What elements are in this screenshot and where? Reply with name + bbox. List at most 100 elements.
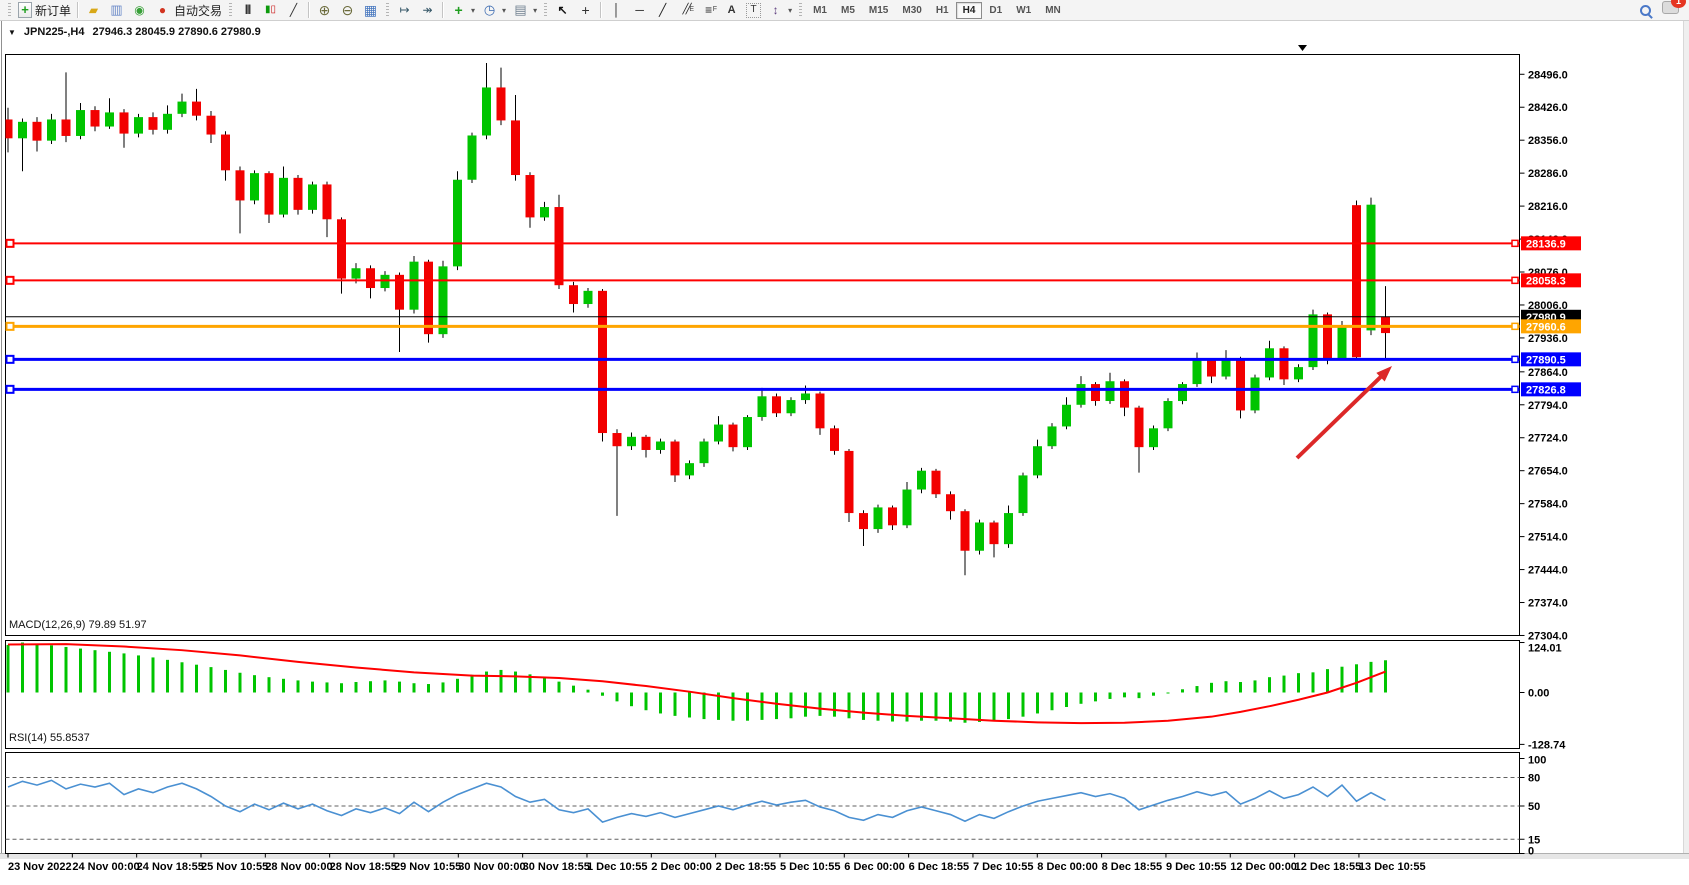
periods-button[interactable]: ▾ bbox=[478, 1, 509, 20]
toolbar-grip bbox=[229, 3, 232, 18]
svg-text:28356.0: 28356.0 bbox=[1528, 135, 1568, 147]
macd-indicator-label: MACD(12,26,9) 79.89 51.97 bbox=[9, 619, 147, 631]
text-button[interactable] bbox=[720, 1, 743, 20]
toolbar-separator bbox=[600, 2, 602, 18]
svg-text:28496.0: 28496.0 bbox=[1528, 69, 1568, 81]
timeframe-m5[interactable]: M5 bbox=[834, 2, 862, 19]
svg-text:27654.0: 27654.0 bbox=[1528, 466, 1568, 478]
fibonacci-icon bbox=[700, 2, 717, 18]
svg-text:100: 100 bbox=[1528, 755, 1546, 767]
zoom-in-button[interactable] bbox=[313, 1, 336, 20]
svg-text:8 Dec 00:00: 8 Dec 00:00 bbox=[1037, 861, 1098, 873]
timeframe-m30[interactable]: M30 bbox=[895, 2, 928, 19]
indicators-icon bbox=[450, 2, 467, 18]
timeframe-m15[interactable]: M15 bbox=[862, 2, 895, 19]
toolbar-button-label: 新订单 bbox=[35, 2, 71, 19]
zoom-out-icon bbox=[339, 2, 356, 18]
svg-text:0: 0 bbox=[1528, 846, 1534, 858]
timeframe-h4[interactable]: H4 bbox=[956, 2, 983, 19]
auto-trading-icon bbox=[154, 2, 171, 18]
trendline-button[interactable] bbox=[651, 1, 674, 20]
news-button[interactable] bbox=[128, 1, 151, 20]
svg-text:27304.0: 27304.0 bbox=[1528, 630, 1568, 642]
toolbar-grip bbox=[386, 3, 389, 18]
new-order-button[interactable]: 新订单 bbox=[15, 1, 74, 20]
svg-text:28058.3: 28058.3 bbox=[1526, 275, 1566, 287]
fibonacci-button[interactable] bbox=[697, 1, 720, 20]
toolbar-separator bbox=[308, 2, 310, 18]
ohlc-values: 27946.3 28045.9 27890.6 27980.9 bbox=[92, 26, 260, 38]
svg-text:24 Nov 00:00: 24 Nov 00:00 bbox=[72, 861, 139, 873]
timeframe-w1[interactable]: W1 bbox=[1009, 2, 1038, 19]
svg-text:27826.8: 27826.8 bbox=[1526, 384, 1566, 396]
svg-text:2 Dec 00:00: 2 Dec 00:00 bbox=[651, 861, 712, 873]
svg-text:2 Dec 18:55: 2 Dec 18:55 bbox=[716, 861, 777, 873]
symbol-dropdown-icon[interactable]: ▼ bbox=[8, 28, 16, 37]
chevron-down-icon: ▾ bbox=[471, 6, 475, 15]
candlestick-button[interactable] bbox=[259, 1, 282, 20]
svg-text:27960.6: 27960.6 bbox=[1526, 321, 1566, 333]
chart-canvas[interactable]: 28496.028426.028356.028286.028216.028146… bbox=[0, 21, 1689, 880]
bar-chart-button[interactable] bbox=[236, 1, 259, 20]
horizontal-line-icon bbox=[631, 2, 648, 18]
search-icon bbox=[1638, 3, 1653, 18]
vertical-line-button[interactable] bbox=[605, 1, 628, 20]
channel-button[interactable] bbox=[674, 1, 697, 20]
line-chart-button[interactable] bbox=[282, 1, 305, 20]
zoom-in-icon bbox=[316, 2, 333, 18]
text-icon bbox=[723, 2, 740, 18]
svg-text:27374.0: 27374.0 bbox=[1528, 598, 1568, 610]
auto-trading-button[interactable]: 自动交易 bbox=[151, 1, 225, 20]
auto-scroll-icon bbox=[419, 2, 436, 18]
svg-text:28286.0: 28286.0 bbox=[1528, 168, 1568, 180]
svg-text:6 Dec 18:55: 6 Dec 18:55 bbox=[909, 861, 970, 873]
templates-button[interactable]: ▾ bbox=[509, 1, 540, 20]
timeframe-h1[interactable]: H1 bbox=[929, 2, 956, 19]
periods-icon bbox=[481, 2, 498, 18]
bar-chart-icon bbox=[239, 2, 256, 18]
chart-window: 28496.028426.028356.028286.028216.028146… bbox=[0, 21, 1689, 859]
toolbar-grip bbox=[799, 3, 802, 18]
label-button[interactable] bbox=[743, 1, 764, 20]
svg-text:23 Nov 2022: 23 Nov 2022 bbox=[8, 861, 72, 873]
svg-text:12 Dec 00:00: 12 Dec 00:00 bbox=[1230, 861, 1297, 873]
svg-text:80: 80 bbox=[1528, 773, 1540, 785]
candlestick-icon bbox=[262, 2, 279, 18]
svg-text:28216.0: 28216.0 bbox=[1528, 201, 1568, 213]
tile-windows-icon bbox=[362, 2, 379, 18]
cursor-icon bbox=[554, 2, 571, 18]
timeframe-d1[interactable]: D1 bbox=[982, 2, 1009, 19]
market-watch-icon bbox=[108, 2, 125, 18]
auto-scroll-button[interactable] bbox=[416, 1, 439, 20]
new-order-icon bbox=[18, 2, 32, 18]
indicators-button[interactable]: ▾ bbox=[447, 1, 478, 20]
cursor-button[interactable] bbox=[551, 1, 574, 20]
templates-icon bbox=[512, 2, 529, 18]
notifications-button[interactable]: 1 bbox=[1662, 1, 1679, 19]
news-icon bbox=[131, 2, 148, 18]
market-watch-button[interactable] bbox=[105, 1, 128, 20]
tile-windows-button[interactable] bbox=[359, 1, 382, 20]
tick-chart-button[interactable] bbox=[82, 1, 105, 20]
horizontal-line-button[interactable] bbox=[628, 1, 651, 20]
svg-text:28426.0: 28426.0 bbox=[1528, 102, 1568, 114]
chevron-down-icon: ▾ bbox=[788, 6, 792, 15]
toolbar-right-group: 1 bbox=[1635, 1, 1685, 20]
svg-text:29 Nov 10:55: 29 Nov 10:55 bbox=[394, 861, 461, 873]
arrows-button[interactable]: ▾ bbox=[764, 1, 795, 20]
label-icon bbox=[746, 3, 761, 18]
rsi-indicator-label: RSI(14) 55.8537 bbox=[9, 732, 90, 744]
search-button[interactable] bbox=[1635, 1, 1656, 20]
timeframe-mn[interactable]: MN bbox=[1038, 2, 1068, 19]
toolbar-grip bbox=[544, 3, 547, 18]
zoom-out-button[interactable] bbox=[336, 1, 359, 20]
crosshair-button[interactable] bbox=[574, 1, 597, 20]
timeframe-m1[interactable]: M1 bbox=[806, 2, 834, 19]
svg-text:5 Dec 10:55: 5 Dec 10:55 bbox=[780, 861, 841, 873]
crosshair-icon bbox=[577, 2, 594, 18]
svg-text:50: 50 bbox=[1528, 801, 1540, 813]
svg-text:124.01: 124.01 bbox=[1528, 643, 1562, 655]
chart-shift-button[interactable] bbox=[393, 1, 416, 20]
svg-text:27890.5: 27890.5 bbox=[1526, 354, 1566, 366]
svg-text:27936.0: 27936.0 bbox=[1528, 333, 1568, 345]
